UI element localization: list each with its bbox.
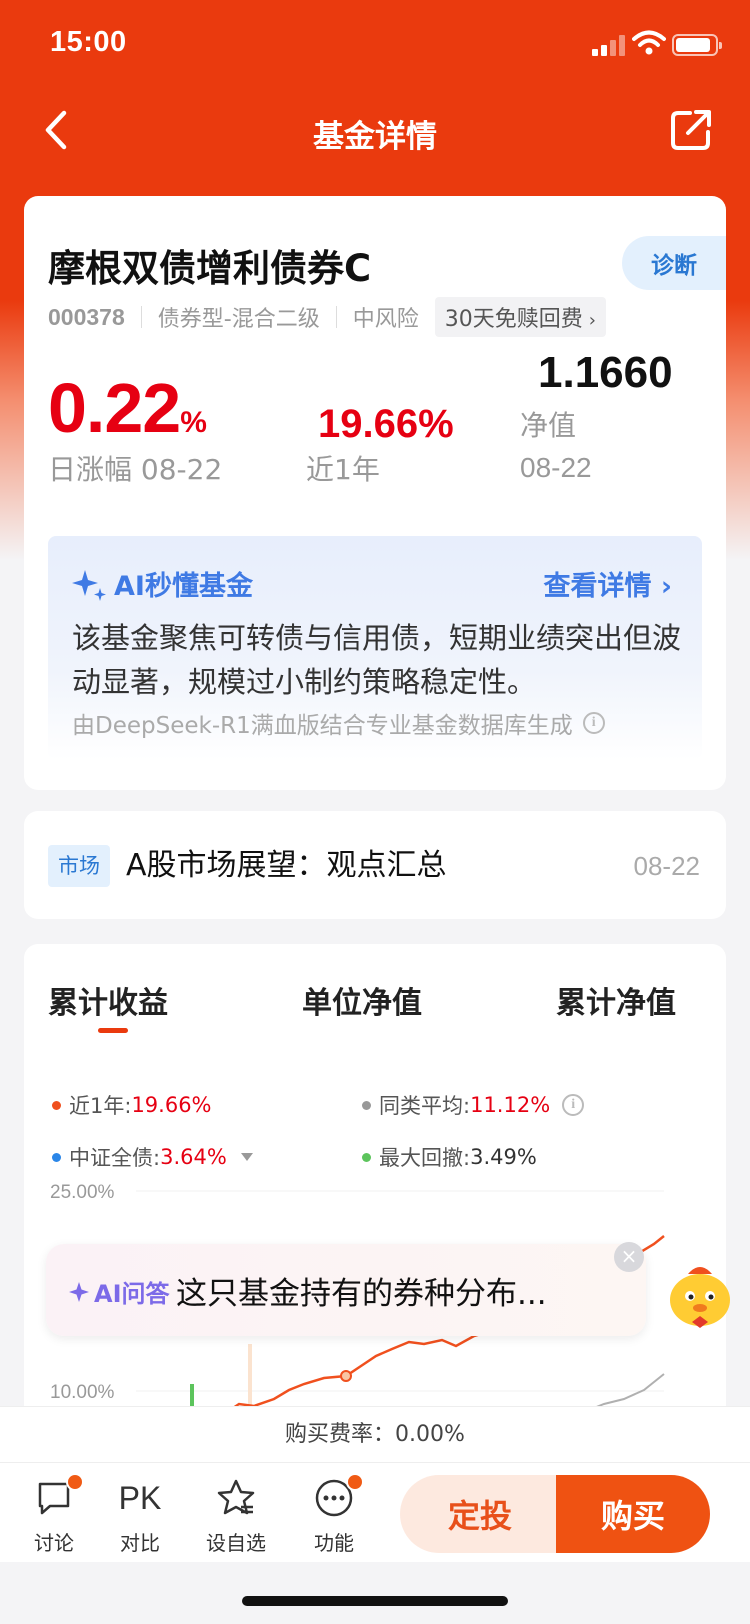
battery-icon	[672, 34, 722, 56]
nav-bar: 基金详情	[0, 95, 750, 165]
view-details-link[interactable]: 查看详情 ›	[543, 564, 672, 603]
daily-change-value: 0.22	[48, 369, 181, 447]
ai-qa-question: 这只基金持有的券种分布...	[176, 1276, 547, 1312]
notification-dot	[346, 1473, 364, 1491]
chevron-right-icon: ›	[588, 310, 596, 331]
more-label: 功能	[314, 1531, 354, 1555]
news-title: A股市场展望：观点汇总	[126, 848, 447, 883]
home-indicator[interactable]	[242, 1596, 508, 1606]
fund-type: 债券型-混合二级	[157, 307, 320, 332]
daily-change: 0.22%	[48, 368, 207, 448]
status-time: 15:00	[50, 26, 127, 58]
year-return-value: 19.66%	[318, 402, 454, 446]
cellular-signal-icon	[592, 32, 628, 56]
y-tick-label-bottom: 10.00%	[50, 1382, 115, 1403]
mascot-avatar[interactable]	[660, 1256, 742, 1336]
status-bar: 15:00	[0, 0, 750, 90]
year-return-label: 近1年	[306, 453, 380, 486]
discuss-button[interactable]: 讨论	[16, 1473, 92, 1556]
ai-summary-title-text: AI秒懂基金	[114, 571, 253, 602]
pk-icon: PK	[118, 1479, 162, 1516]
performance-chart-card: 累计收益 单位净值 累计净值 近1年: 19.66% 同类平均: 11.12% i …	[24, 944, 726, 1464]
fund-summary-card: 摩根双债增利债券C 诊断 000378 债券型-混合二级 中风险 30天免赎回费…	[24, 196, 726, 790]
ai-source-text: 由DeepSeek-R1满血版结合专业基金数据库生成	[72, 713, 573, 739]
sparkle-icon	[72, 569, 106, 601]
notification-dot	[66, 1473, 84, 1491]
close-icon[interactable]: ×	[614, 1242, 644, 1272]
chevron-right-icon: ›	[660, 571, 672, 602]
daily-change-label: 日涨幅 08-22	[48, 453, 223, 486]
news-date: 08-22	[633, 851, 701, 881]
sip-button[interactable]: 定投	[400, 1475, 560, 1553]
bottom-action-bar: 讨论 PK 对比 设自选 功能 定投 购买	[0, 1462, 750, 1562]
daily-change-unit: %	[180, 406, 207, 439]
ai-summary-text: 该基金聚焦可转债与信用债，短期业绩突出但波动显著，规模过小制约策略稳定性。	[72, 621, 682, 699]
fund-meta-row: 000378 债券型-混合二级 中风险 30天免赎回费 ›	[48, 297, 606, 337]
star-icon	[217, 1479, 255, 1515]
y-tick-label-top: 25.00%	[50, 1182, 115, 1203]
divider	[335, 306, 337, 328]
fund-code: 000378	[48, 303, 125, 330]
fund-name: 摩根双债增利债券C	[48, 247, 372, 290]
ai-summary-title: AI秒懂基金	[72, 564, 253, 603]
wifi-icon	[632, 30, 666, 55]
discuss-label: 讨论	[34, 1531, 74, 1555]
more-functions-button[interactable]: 功能	[296, 1473, 372, 1556]
ai-qa-label-text: AI问答	[94, 1280, 170, 1308]
performance-line-chart[interactable]: 25.00% 10.00% 天天基金	[24, 944, 726, 1464]
fee-tag[interactable]: 30天免赎回费 ›	[434, 297, 606, 337]
ai-qa-label: AI问答	[68, 1274, 170, 1309]
news-tag: 市场	[48, 845, 110, 887]
share-icon[interactable]	[668, 107, 714, 153]
view-details-label: 查看详情	[543, 571, 652, 602]
ai-qa-bubble[interactable]: AI问答 这只基金持有的券种分布... ×	[46, 1242, 646, 1336]
info-icon[interactable]: i	[582, 712, 605, 734]
compare-button[interactable]: PK 对比	[102, 1475, 178, 1556]
ai-summary-source: 由DeepSeek-R1满血版结合专业基金数据库生成 i	[72, 706, 605, 740]
cursor-point	[340, 1370, 352, 1382]
nav-value: 1.1660	[538, 348, 673, 397]
divider	[140, 306, 142, 328]
ai-summary-box[interactable]: AI秒懂基金 查看详情 › 该基金聚焦可转债与信用债，短期业绩突出但波动显著，规…	[48, 536, 702, 760]
watchlist-label: 设自选	[206, 1531, 266, 1555]
purchase-fee-bar: 购买费率：0.00%	[0, 1406, 750, 1462]
nav-date: 08-22	[520, 452, 592, 483]
page-title: 基金详情	[313, 119, 437, 155]
news-card[interactable]: 市场 A股市场展望：观点汇总 08-22	[24, 811, 726, 919]
fund-risk: 中风险	[352, 307, 419, 332]
compare-label: 对比	[120, 1531, 160, 1555]
buy-button[interactable]: 购买	[556, 1475, 710, 1553]
home-area	[0, 1562, 750, 1624]
add-watchlist-button[interactable]: 设自选	[198, 1475, 274, 1556]
sparkle-icon	[69, 1281, 89, 1302]
nav-label: 净值	[520, 409, 577, 442]
diagnose-button[interactable]: 诊断	[622, 236, 726, 290]
fee-tag-label: 30天免赎回费	[444, 307, 583, 332]
